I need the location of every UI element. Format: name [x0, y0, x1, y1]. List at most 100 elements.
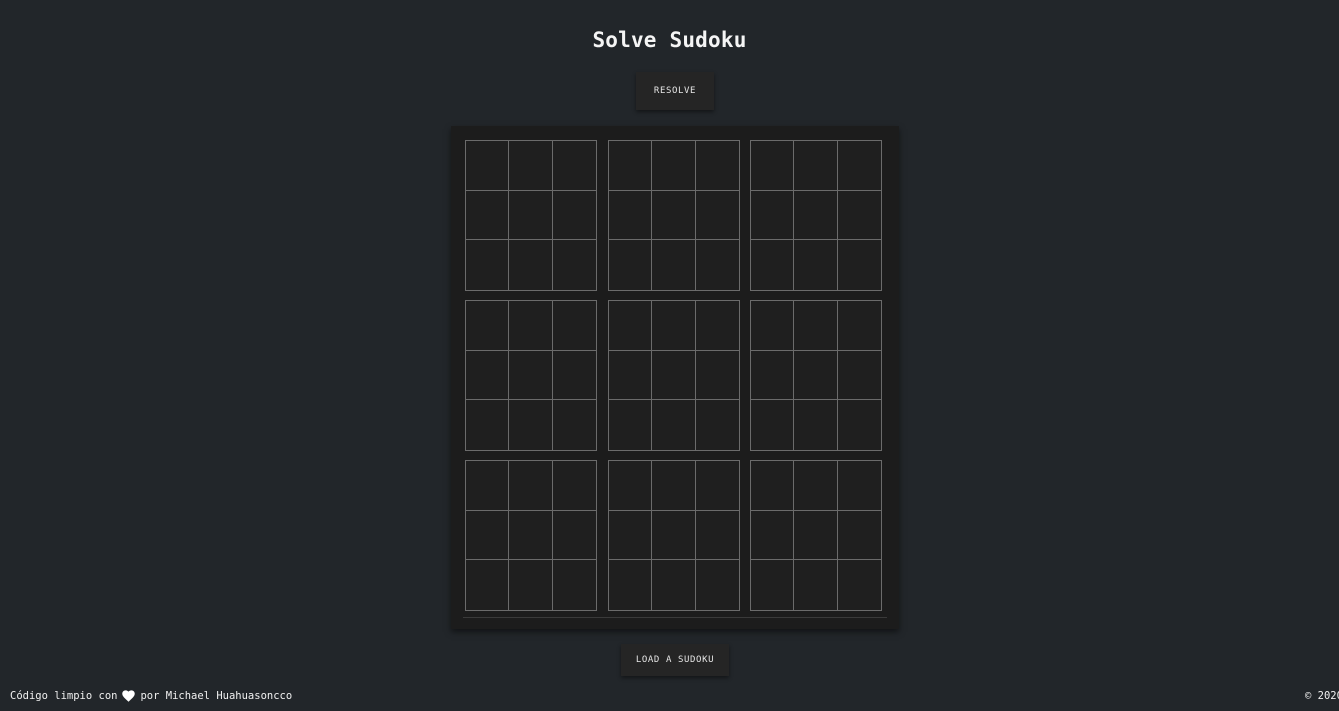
- sudoku-cell[interactable]: [696, 400, 739, 450]
- sudoku-cell[interactable]: [609, 190, 653, 241]
- sudoku-cell[interactable]: [751, 350, 795, 401]
- sudoku-cell[interactable]: [794, 190, 838, 241]
- sudoku-cell[interactable]: [751, 560, 795, 610]
- sudoku-cell[interactable]: [609, 301, 653, 351]
- sudoku-cell[interactable]: [751, 400, 795, 450]
- copyright: © 2020: [1305, 690, 1339, 702]
- sudoku-cell[interactable]: [609, 240, 653, 290]
- sudoku-cell[interactable]: [553, 240, 596, 290]
- sudoku-box: [465, 140, 597, 291]
- sudoku-cell[interactable]: [751, 510, 795, 561]
- sudoku-cell[interactable]: [466, 190, 510, 241]
- sudoku-cell[interactable]: [509, 461, 553, 511]
- sudoku-box: [465, 460, 597, 611]
- sudoku-cell[interactable]: [609, 141, 653, 191]
- sudoku-cell[interactable]: [652, 141, 696, 191]
- sudoku-cell[interactable]: [652, 350, 696, 401]
- sudoku-cell[interactable]: [837, 141, 881, 191]
- sudoku-cell[interactable]: [509, 510, 553, 561]
- sudoku-cell[interactable]: [652, 560, 696, 610]
- sudoku-cell[interactable]: [652, 461, 696, 511]
- sudoku-cell[interactable]: [695, 511, 739, 561]
- sudoku-cell[interactable]: [652, 240, 696, 290]
- sudoku-cell[interactable]: [837, 511, 881, 561]
- heart-icon: [122, 690, 136, 702]
- sudoku-cell[interactable]: [466, 560, 510, 610]
- sudoku-cell[interactable]: [466, 301, 510, 351]
- sudoku-cell[interactable]: [552, 141, 596, 191]
- sudoku-cell[interactable]: [751, 141, 795, 191]
- sudoku-cell[interactable]: [553, 400, 596, 450]
- sudoku-cell[interactable]: [509, 190, 553, 241]
- footer-credit: Código limpio con por Michael Huahuasonc…: [10, 690, 292, 702]
- sudoku-cell[interactable]: [794, 400, 838, 450]
- sudoku-cell[interactable]: [466, 240, 510, 290]
- sudoku-cell[interactable]: [837, 461, 881, 511]
- sudoku-cell[interactable]: [695, 191, 739, 241]
- sudoku-cell[interactable]: [838, 240, 881, 290]
- sudoku-cell[interactable]: [609, 461, 653, 511]
- sudoku-cell[interactable]: [652, 301, 696, 351]
- sudoku-cell[interactable]: [509, 350, 553, 401]
- credit-suffix: por Michael Huahuasoncco: [140, 690, 293, 702]
- sudoku-cell[interactable]: [794, 301, 838, 351]
- resolve-button[interactable]: RESOLVE: [636, 72, 714, 110]
- sudoku-cell[interactable]: [552, 301, 596, 351]
- sudoku-cell[interactable]: [751, 190, 795, 241]
- sudoku-cell[interactable]: [509, 400, 553, 450]
- sudoku-cell[interactable]: [609, 400, 653, 450]
- sudoku-box: [608, 300, 740, 451]
- sudoku-cell[interactable]: [794, 560, 838, 610]
- sudoku-cell[interactable]: [466, 510, 510, 561]
- sudoku-cell[interactable]: [552, 511, 596, 561]
- sudoku-cell[interactable]: [466, 141, 510, 191]
- credit-prefix: Código limpio con: [10, 690, 118, 702]
- sudoku-cell[interactable]: [696, 240, 739, 290]
- sudoku-cell[interactable]: [509, 141, 553, 191]
- sudoku-cell[interactable]: [837, 191, 881, 241]
- sudoku-cell[interactable]: [695, 351, 739, 401]
- sudoku-cell[interactable]: [695, 141, 739, 191]
- sudoku-cell[interactable]: [652, 510, 696, 561]
- sudoku-cell[interactable]: [466, 400, 510, 450]
- sudoku-cell[interactable]: [609, 350, 653, 401]
- sudoku-box: [465, 300, 597, 451]
- sudoku-cell[interactable]: [751, 240, 795, 290]
- sudoku-cell[interactable]: [552, 191, 596, 241]
- sudoku-cell[interactable]: [838, 400, 881, 450]
- sudoku-cell[interactable]: [466, 461, 510, 511]
- sudoku-cell[interactable]: [695, 461, 739, 511]
- sudoku-cell[interactable]: [553, 560, 596, 610]
- sudoku-cell[interactable]: [509, 560, 553, 610]
- page: Solve Sudoku RESOLVE LOAD A SUDOKU Códig…: [0, 0, 1339, 711]
- sudoku-cell[interactable]: [466, 350, 510, 401]
- sudoku-box: [608, 460, 740, 611]
- sudoku-cell[interactable]: [609, 510, 653, 561]
- sudoku-board: [451, 126, 899, 629]
- load-sudoku-button[interactable]: LOAD A SUDOKU: [621, 644, 729, 676]
- sudoku-cell[interactable]: [751, 461, 795, 511]
- board-divider: [463, 617, 887, 618]
- page-title: Solve Sudoku: [592, 28, 747, 52]
- sudoku-cell[interactable]: [838, 560, 881, 610]
- sudoku-cell[interactable]: [509, 301, 553, 351]
- sudoku-cell[interactable]: [794, 350, 838, 401]
- sudoku-cell[interactable]: [794, 240, 838, 290]
- sudoku-box: [750, 140, 882, 291]
- sudoku-cell[interactable]: [794, 461, 838, 511]
- sudoku-cell[interactable]: [552, 461, 596, 511]
- sudoku-box: [750, 460, 882, 611]
- sudoku-cell[interactable]: [794, 141, 838, 191]
- sudoku-cell[interactable]: [837, 351, 881, 401]
- sudoku-cell[interactable]: [794, 510, 838, 561]
- sudoku-cell[interactable]: [652, 400, 696, 450]
- sudoku-cell[interactable]: [609, 560, 653, 610]
- sudoku-cell[interactable]: [652, 190, 696, 241]
- sudoku-cell[interactable]: [509, 240, 553, 290]
- sudoku-cell[interactable]: [695, 301, 739, 351]
- sudoku-cell[interactable]: [696, 560, 739, 610]
- sudoku-cell[interactable]: [552, 351, 596, 401]
- sudoku-cell[interactable]: [837, 301, 881, 351]
- sudoku-cell[interactable]: [751, 301, 795, 351]
- sudoku-box: [608, 140, 740, 291]
